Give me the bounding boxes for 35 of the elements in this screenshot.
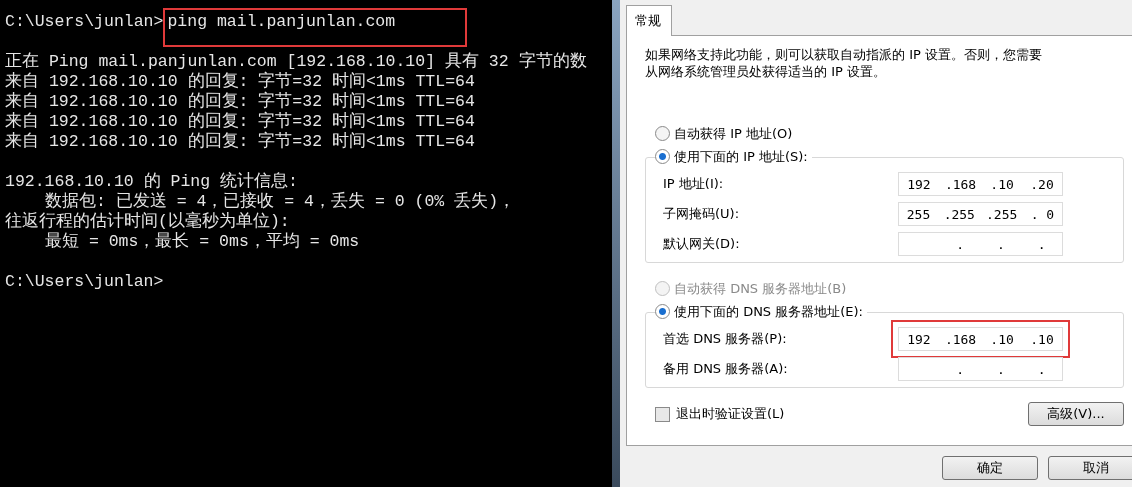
console-line: 来自 192.168.10.10 的回复: 字节=32 时间<1ms TTL=64 bbox=[5, 92, 476, 111]
dialog-button[interactable]: 取消 bbox=[1048, 456, 1132, 480]
radio-icon bbox=[655, 126, 670, 141]
field-label: 默认网关(D): bbox=[663, 235, 740, 253]
ip-address-field[interactable]: 255 .255 .255 . 0 bbox=[898, 202, 1063, 226]
field-label: IP 地址(I): bbox=[663, 175, 724, 193]
console-line: 往返行程的估计时间(以毫秒为单位): bbox=[5, 212, 291, 232]
validate-checkbox[interactable]: 退出时验证设置(L) bbox=[655, 405, 785, 423]
field-label: 子网掩码(U): bbox=[663, 205, 740, 223]
checkbox-icon bbox=[655, 406, 670, 422]
console-line: 192.168.10.10 的 Ping 统计信息: bbox=[5, 172, 299, 192]
checkbox-label: 退出时验证设置(L) bbox=[676, 405, 785, 423]
radio-icon bbox=[655, 281, 670, 296]
radio-option[interactable]: 自动获得 IP 地址(O) bbox=[655, 122, 797, 145]
console-prompt: C:\Users\junlan> bbox=[5, 12, 164, 32]
description-text: 如果网络支持此功能，则可以获取自动指派的 IP 设置。否则，您需要从网络系统管理员处获得适当的 IP 设置。 bbox=[645, 46, 1043, 80]
ip-address-field[interactable]: 192 .168 .10 .10 bbox=[898, 327, 1063, 351]
console-line: 数据包: 已发送 = 4，已接收 = 4，丢失 = 0 (0% 丢失)， bbox=[44, 192, 517, 211]
console-line: 来自 192.168.10.10 的回复: 字节=32 时间<1ms TTL=64 bbox=[5, 72, 476, 91]
dialog-tab[interactable]: 常规 bbox=[626, 5, 672, 36]
ip-address-field[interactable]: . . . bbox=[898, 357, 1063, 381]
field-label: 备用 DNS 服务器(A): bbox=[663, 360, 788, 378]
field-label: 首选 DNS 服务器(P): bbox=[663, 330, 787, 348]
console-line: 来自 192.168.10.10 的回复: 字节=32 时间<1ms TTL=64 bbox=[5, 112, 476, 131]
console-command: ping mail.panjunlan.com bbox=[163, 8, 468, 47]
radio-icon bbox=[655, 304, 670, 319]
dialog-button[interactable]: 确定 bbox=[942, 456, 1038, 480]
console-line: C:\Users\junlan> bbox=[5, 272, 165, 292]
console-line: 来自 192.168.10.10 的回复: 字节=32 时间<1ms TTL=64 bbox=[5, 132, 476, 152]
console-line: 最短 = 0ms，最长 = 0ms，平均 = 0ms bbox=[44, 232, 361, 252]
ip-address-field[interactable]: . . . bbox=[898, 232, 1063, 256]
radio-icon bbox=[655, 149, 670, 164]
console-line: 正在 Ping mail.panjunlan.com [192.168.10.10] 具有 32 字节的数 bbox=[5, 52, 588, 71]
ip-address-field[interactable]: 192 .168 .10 .20 bbox=[898, 172, 1063, 196]
advanced-button[interactable]: 高级(V)... bbox=[1028, 402, 1124, 426]
